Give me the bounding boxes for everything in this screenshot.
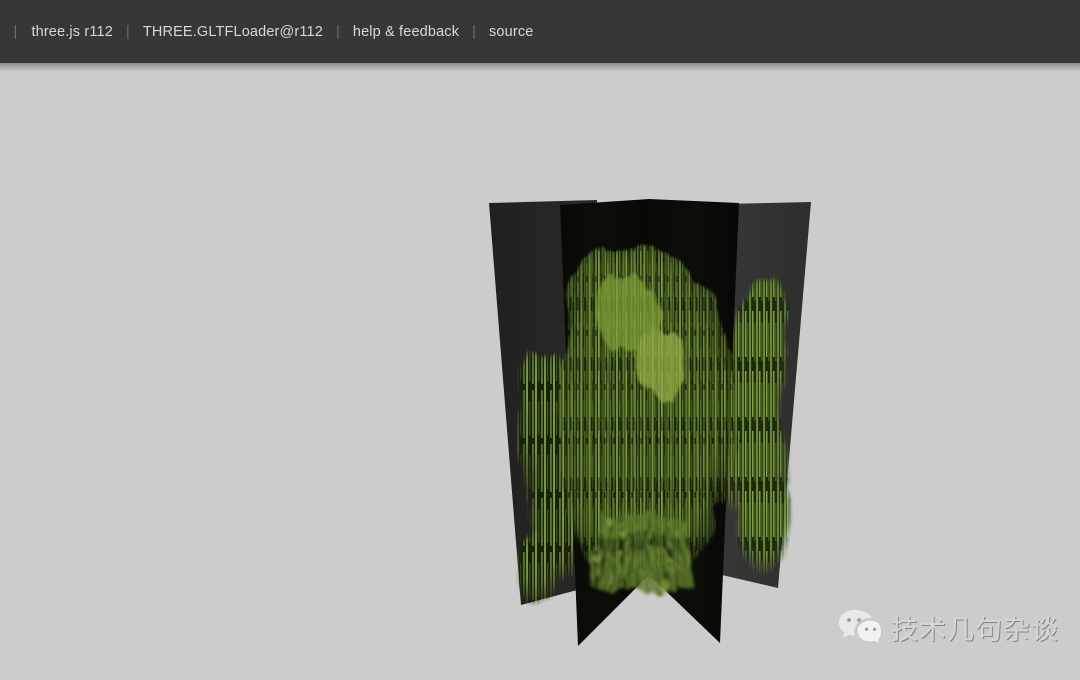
model-viewport[interactable] [0, 63, 1080, 680]
nav-separator: | [472, 23, 477, 40]
app-header: er | three.js r112 | THREE.GLTFLoader@r1… [0, 0, 1080, 63]
nav-separator: | [335, 23, 340, 40]
nav-separator: | [125, 23, 130, 40]
billboard-quad-center [556, 199, 742, 646]
gltf-viewer-app: er | three.js r112 | THREE.GLTFLoader@r1… [0, 0, 1080, 680]
help-feedback-link[interactable]: help & feedback [353, 24, 459, 40]
gltfloader-version-link[interactable]: THREE.GLTFLoader@r112 [143, 24, 323, 40]
nav-separator: | [13, 23, 18, 40]
threejs-version-link[interactable]: three.js r112 [31, 24, 112, 40]
source-link[interactable]: source [489, 24, 533, 40]
tree-model-canvas[interactable] [0, 63, 1080, 680]
